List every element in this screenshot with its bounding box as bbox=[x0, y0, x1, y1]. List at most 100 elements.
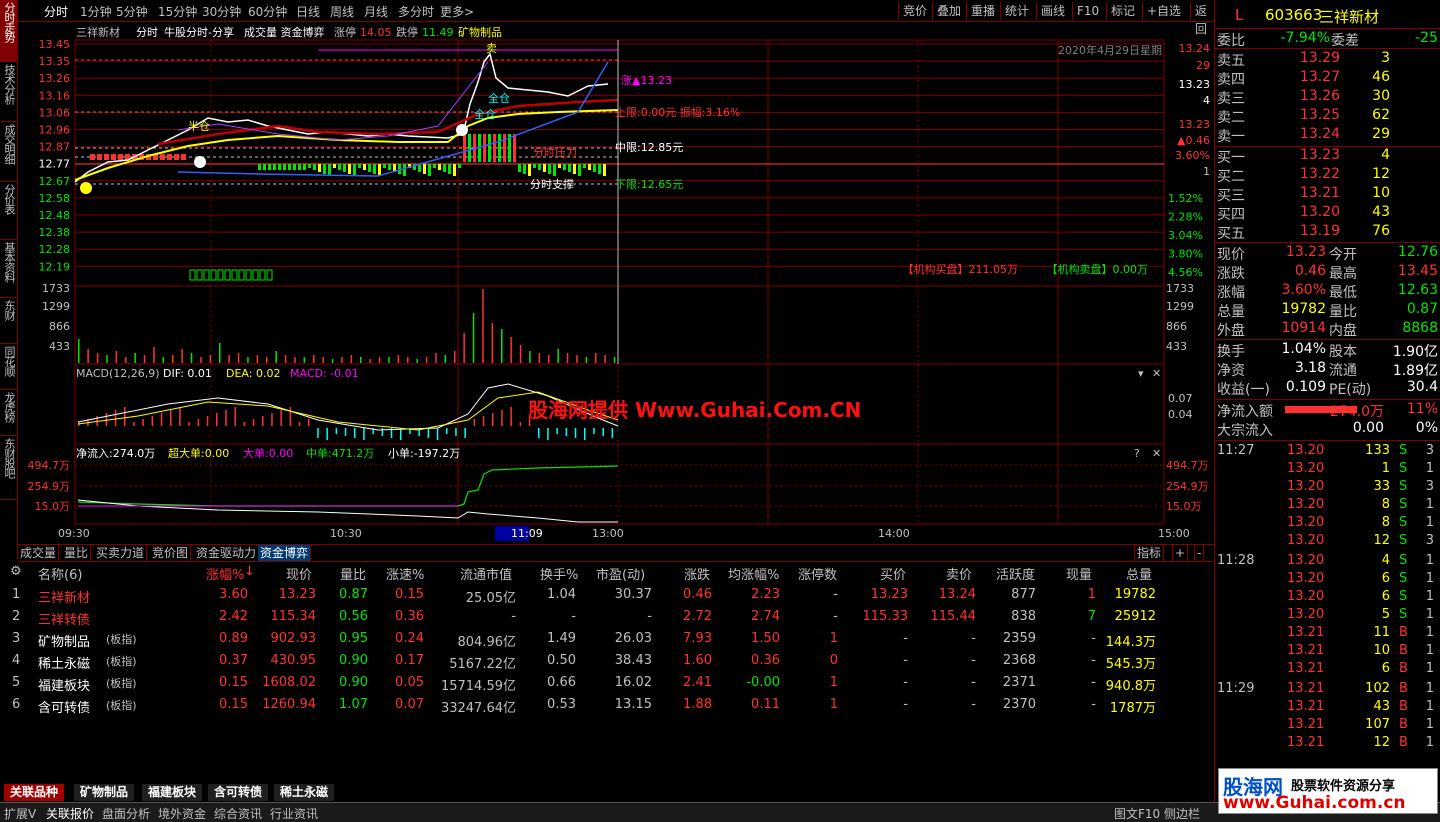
status-item-0[interactable]: 扩展V bbox=[4, 805, 36, 822]
status-item-5[interactable]: 行业资讯 bbox=[270, 805, 318, 822]
side-tab-4[interactable]: 基本资料 bbox=[0, 240, 18, 298]
side-tab-7[interactable]: 龙虎榜 bbox=[0, 390, 18, 436]
table-row[interactable]: 1 三祥新材 3.60 13.23 0.87 0.15 25.05亿 1.04 30.37 0.4… bbox=[0, 584, 1200, 606]
indicator-btn-2[interactable]: - bbox=[1194, 545, 1205, 561]
right-axis-label-0: 13.24 bbox=[1179, 42, 1211, 55]
toolbar-button-4[interactable]: 画线 bbox=[1036, 2, 1069, 20]
bid-label: 买二 bbox=[1217, 169, 1245, 185]
col-header-13[interactable]: 活跃度 bbox=[996, 564, 1035, 583]
col-header-7[interactable]: 市盈(动) bbox=[596, 564, 645, 583]
col-header-0[interactable]: 名称(6) bbox=[38, 564, 82, 583]
side-tab-2[interactable]: 成交明细 bbox=[0, 122, 18, 182]
status-right-1[interactable]: 侧边栏 bbox=[1164, 805, 1200, 822]
price-bar-63 bbox=[573, 164, 576, 174]
col-header-5[interactable]: 流通市值 bbox=[460, 564, 512, 583]
status-item-4[interactable]: 综合资讯 bbox=[214, 805, 262, 822]
status-item-1[interactable]: 关联报价 bbox=[46, 805, 94, 822]
toolbar-button-5[interactable]: F10 bbox=[1072, 2, 1103, 20]
status-item-3[interactable]: 境外资金 bbox=[158, 805, 206, 822]
bid-volume: 4 bbox=[1381, 147, 1390, 163]
macd-dea: DEA: 0.02 bbox=[226, 367, 280, 380]
pct-tick-4: 4.56% bbox=[1168, 266, 1203, 279]
period-tab-0[interactable]: 分时 bbox=[44, 3, 68, 20]
indicator-tab-2[interactable]: 买卖力道 bbox=[94, 545, 148, 561]
row-cap: 804.96亿 bbox=[457, 635, 517, 650]
col-header-8[interactable]: 涨跌 bbox=[684, 564, 710, 583]
col-header-3[interactable]: 量比 bbox=[340, 564, 366, 583]
macd-dif: DIF: 0.01 bbox=[163, 367, 212, 380]
period-tab-5[interactable]: 60分钟 bbox=[248, 3, 287, 20]
period-tab-10[interactable]: 更多> bbox=[440, 3, 474, 20]
row-totalvol: 144.3万 bbox=[1105, 635, 1156, 650]
period-tab-2[interactable]: 5分钟 bbox=[116, 3, 148, 20]
indicator-tab-3[interactable]: 竞价图 bbox=[150, 545, 192, 561]
intraday-chart-area[interactable]: 13.45 13.35 13.26 13.16 13.06 12.96 12.87 12.77… bbox=[18, 22, 1214, 544]
col-header-12[interactable]: 卖价 bbox=[946, 564, 972, 583]
side-tab-0[interactable]: 分时走势 bbox=[0, 0, 18, 62]
volume-bar-29 bbox=[350, 355, 353, 363]
toolbar-button-7[interactable]: +自选 bbox=[1142, 2, 1185, 20]
side-tab-6[interactable]: 同花顺10 bbox=[0, 344, 18, 390]
side-tab-1[interactable]: 技术分析 bbox=[0, 62, 18, 122]
col-header-15[interactable]: 总量 bbox=[1126, 564, 1152, 583]
col-header-11[interactable]: 买价 bbox=[880, 564, 906, 583]
tick-count: 1 bbox=[1425, 571, 1434, 586]
price-bar-59 bbox=[553, 164, 556, 176]
intraday-chart[interactable]: 13.45 13.35 13.26 13.16 13.06 12.96 12.87 12.77… bbox=[18, 22, 1214, 544]
block-tab-3[interactable]: 含可转债 bbox=[208, 784, 269, 801]
toolbar-button-6[interactable]: 标记 bbox=[1106, 2, 1139, 20]
volume-bar-26 bbox=[322, 357, 324, 363]
block-tab-0[interactable]: 关联品种 bbox=[4, 784, 65, 801]
tick-volume: 8 bbox=[1381, 515, 1390, 530]
block-tab-2[interactable]: 福建板块 bbox=[142, 784, 203, 801]
toolbar-button-1[interactable]: 叠加 bbox=[932, 2, 965, 20]
toolbar-button-8[interactable]: 返回 bbox=[1190, 2, 1214, 36]
side-tab-8[interactable]: 东财股吧 bbox=[0, 436, 18, 500]
table-row[interactable]: 2 三祥转债 2.42 115.34 0.56 0.36 - - - 2.72 2.74 - 115.3… bbox=[0, 606, 1200, 628]
indicator-btn-1[interactable]: + bbox=[1172, 545, 1189, 561]
table-row[interactable]: 6 含可转债 (板指) 0.15 1260.94 1.07 0.07 33247.64亿 0.5… bbox=[0, 694, 1200, 716]
col-header-14[interactable]: 现量 bbox=[1066, 564, 1092, 583]
side-tab-3[interactable]: 分价表 bbox=[0, 182, 18, 240]
status-right-0[interactable]: 图文F10 bbox=[1114, 805, 1160, 822]
block-tab-1[interactable]: 矿物制品 bbox=[74, 784, 135, 801]
row-name: 福建板块 bbox=[38, 679, 91, 694]
volume-bar-10 bbox=[172, 355, 174, 363]
col-header-1[interactable]: 涨幅% bbox=[206, 564, 244, 583]
period-tab-8[interactable]: 月线 bbox=[364, 3, 388, 20]
col-header-10[interactable]: 涨停数 bbox=[798, 564, 837, 583]
toolbar-button-3[interactable]: 统计 bbox=[1000, 2, 1033, 20]
row-pct: 3.60 bbox=[219, 587, 248, 602]
col-header-2[interactable]: 现价 bbox=[286, 564, 312, 583]
table-row[interactable]: 5 福建板块 (板指) 0.15 1608.02 0.90 0.05 15714.59亿 0.6… bbox=[0, 672, 1200, 694]
period-tab-4[interactable]: 30分钟 bbox=[202, 3, 241, 20]
col-header-6[interactable]: 换手% bbox=[540, 564, 578, 583]
period-tab-7[interactable]: 周线 bbox=[330, 3, 354, 20]
volume-bar-22 bbox=[284, 355, 287, 363]
settings-gear-icon[interactable]: ⚙ bbox=[10, 564, 22, 579]
period-tab-9[interactable]: 多分时 bbox=[398, 3, 434, 20]
period-tab-6[interactable]: 日线 bbox=[296, 3, 320, 20]
col-header-4[interactable]: 涨速% bbox=[386, 564, 424, 583]
right-axis-label-6: 3.60% bbox=[1175, 149, 1210, 162]
row-volratio: 0.90 bbox=[339, 653, 368, 668]
col-header-9[interactable]: 均涨幅% bbox=[728, 564, 779, 583]
indicator-btn-0[interactable]: 指标 bbox=[1134, 545, 1165, 561]
indicator-tab-0[interactable]: 成交量 bbox=[18, 545, 60, 561]
status-item-2[interactable]: 盘面分析 bbox=[102, 805, 150, 822]
table-row[interactable]: 4 稀土永磁 (板指) 0.37 430.95 0.90 0.17 5167.22亿 0.50 3… bbox=[0, 650, 1200, 672]
toolbar-button-0[interactable]: 竞价 bbox=[898, 2, 931, 20]
block-tab-4[interactable]: 稀土永磁 bbox=[274, 784, 335, 801]
toolbar-button-2[interactable]: 重播 bbox=[966, 2, 999, 20]
table-row[interactable]: 3 矿物制品 (板指) 0.89 902.93 0.95 0.24 804.96亿 1.49 26… bbox=[0, 628, 1200, 650]
tick-side: S bbox=[1399, 515, 1408, 530]
row-price: 1608.02 bbox=[262, 675, 316, 690]
row-limitcount: - bbox=[833, 609, 838, 624]
period-tab-1[interactable]: 1分钟 bbox=[80, 3, 112, 20]
row-turnover: 0.53 bbox=[547, 697, 576, 712]
period-tab-3[interactable]: 15分钟 bbox=[158, 3, 197, 20]
indicator-tab-1[interactable]: 量比 bbox=[62, 545, 92, 561]
indicator-tab-4[interactable]: 资金驱动力 bbox=[194, 545, 260, 561]
indicator-tab-5[interactable]: 资金博弈 bbox=[258, 545, 312, 561]
side-tab-5[interactable]: 东财10 bbox=[0, 298, 18, 344]
